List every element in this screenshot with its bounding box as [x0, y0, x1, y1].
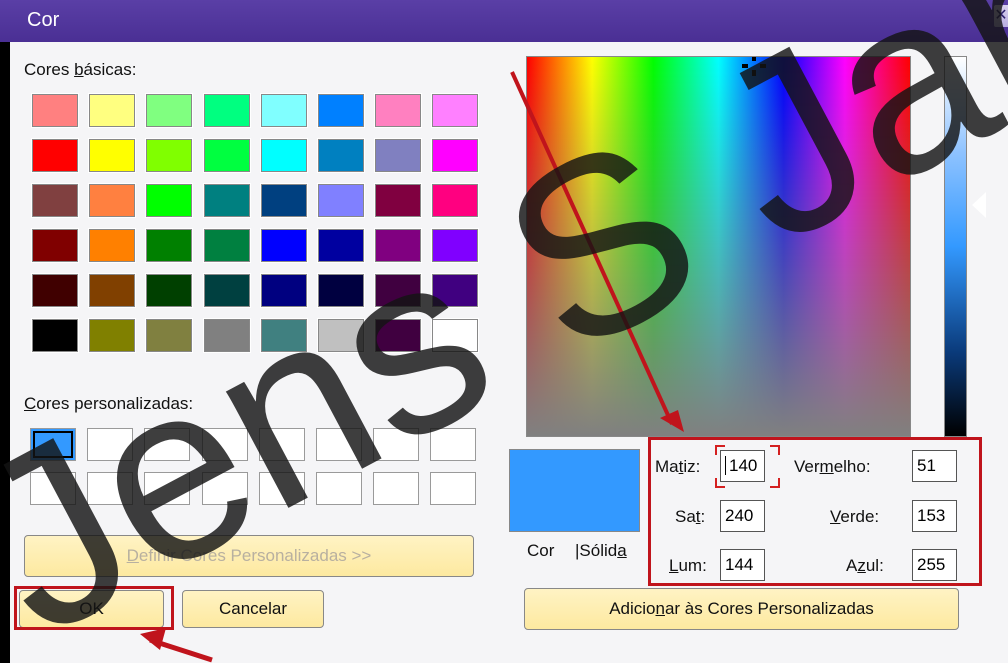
basic-color-swatch[interactable] — [317, 273, 365, 308]
basic-color-swatch[interactable] — [317, 183, 365, 218]
basic-color-swatch[interactable] — [431, 138, 480, 173]
basic-color-swatch[interactable] — [202, 93, 251, 128]
basic-color-swatch[interactable] — [259, 93, 308, 128]
basic-color-swatch[interactable] — [259, 273, 308, 308]
basic-color-swatch[interactable] — [202, 138, 251, 173]
basic-color-swatch[interactable] — [431, 228, 480, 263]
custom-color-swatch[interactable] — [144, 472, 191, 505]
basic-color-swatch[interactable] — [88, 318, 137, 353]
custom-color-swatch[interactable] — [144, 428, 191, 461]
luminance-arrow-icon[interactable] — [972, 192, 986, 218]
basic-color-swatch[interactable] — [374, 228, 423, 263]
basic-color-swatch[interactable] — [145, 318, 194, 353]
custom-color-swatch[interactable] — [87, 428, 134, 461]
window-title: Cor — [27, 9, 60, 31]
custom-color-swatch[interactable] — [201, 428, 248, 461]
add-to-custom-colors-button[interactable]: Adicio n ar às Cores Personalizadas — [524, 588, 959, 630]
basic-color-swatch[interactable] — [202, 228, 251, 263]
basic-color-swatch[interactable] — [31, 183, 79, 218]
basic-color-swatch[interactable] — [317, 318, 365, 353]
basic-color-swatch[interactable] — [88, 273, 137, 308]
basic-color-swatch[interactable] — [374, 273, 423, 308]
custom-color-swatch[interactable] — [201, 472, 248, 505]
basic-color-swatch[interactable] — [317, 228, 365, 263]
custom-color-swatch[interactable] — [258, 472, 305, 505]
basic-color-swatch[interactable] — [202, 318, 251, 353]
basic-color-swatch[interactable] — [374, 93, 423, 128]
color-preview — [509, 449, 640, 532]
basic-color-swatch[interactable] — [31, 318, 79, 353]
basic-color-swatch[interactable] — [145, 93, 194, 128]
preview-solid-label: |Sólida — [575, 541, 627, 560]
basic-color-swatch[interactable] — [202, 273, 251, 308]
close-icon[interactable]: ✕ — [994, 5, 1008, 27]
custom-color-swatch[interactable] — [30, 472, 76, 505]
basic-color-swatch[interactable] — [88, 138, 137, 173]
basic-color-swatch[interactable] — [259, 228, 308, 263]
cancel-button[interactable]: Cancelar — [182, 590, 324, 628]
custom-color-swatch[interactable] — [258, 428, 305, 461]
basic-color-swatch[interactable] — [259, 183, 308, 218]
basic-color-swatch[interactable] — [202, 183, 251, 218]
basic-color-swatch[interactable] — [88, 93, 137, 128]
basic-color-swatch[interactable] — [431, 93, 480, 128]
basic-color-swatch[interactable] — [88, 183, 137, 218]
custom-color-swatch[interactable] — [316, 472, 362, 505]
custom-color-swatch[interactable] — [373, 428, 420, 461]
color-dialog: Cores básicas: Cores personalizadas: Def… — [10, 42, 1008, 663]
basic-color-swatch[interactable] — [145, 138, 194, 173]
basic-color-swatch[interactable] — [31, 93, 79, 128]
values-highlight-box — [648, 437, 982, 586]
basic-color-swatch[interactable] — [317, 138, 365, 173]
basic-color-swatch[interactable] — [374, 318, 423, 353]
custom-color-swatch[interactable] — [430, 428, 477, 461]
crosshair-icon — [742, 57, 766, 76]
custom-color-swatch[interactable] — [30, 428, 76, 461]
basic-color-swatch[interactable] — [145, 273, 194, 308]
basic-color-swatch[interactable] — [374, 183, 423, 218]
basic-color-swatch[interactable] — [145, 183, 194, 218]
basic-color-swatch[interactable] — [88, 228, 137, 263]
basic-color-swatch[interactable] — [431, 273, 480, 308]
basic-color-swatch[interactable] — [31, 273, 79, 308]
luminance-slider[interactable] — [944, 56, 967, 437]
custom-color-swatch[interactable] — [316, 428, 362, 461]
custom-color-swatch[interactable] — [373, 472, 420, 505]
color-spectrum[interactable] — [526, 56, 911, 437]
ok-highlight-box — [14, 586, 174, 630]
custom-colors-label: Cores personalizadas: — [24, 394, 194, 413]
basic-color-swatch[interactable] — [317, 93, 365, 128]
basic-colors-label: Cores básicas: — [24, 60, 137, 79]
title-bar: Cor ✕ — [0, 0, 1008, 42]
basic-color-swatch[interactable] — [31, 138, 79, 173]
basic-color-swatch[interactable] — [31, 228, 79, 263]
define-custom-colors-button[interactable]: Definir Cores Personalizadas >> — [24, 535, 474, 577]
basic-color-swatch[interactable] — [145, 228, 194, 263]
custom-color-swatch[interactable] — [430, 472, 477, 505]
basic-color-swatch[interactable] — [259, 138, 308, 173]
custom-color-swatch[interactable] — [87, 472, 134, 505]
basic-color-swatch[interactable] — [431, 183, 480, 218]
basic-color-swatch[interactable] — [374, 138, 423, 173]
basic-color-swatch[interactable] — [431, 318, 480, 353]
basic-color-swatch[interactable] — [259, 318, 308, 353]
preview-color-label: Cor — [527, 541, 555, 560]
